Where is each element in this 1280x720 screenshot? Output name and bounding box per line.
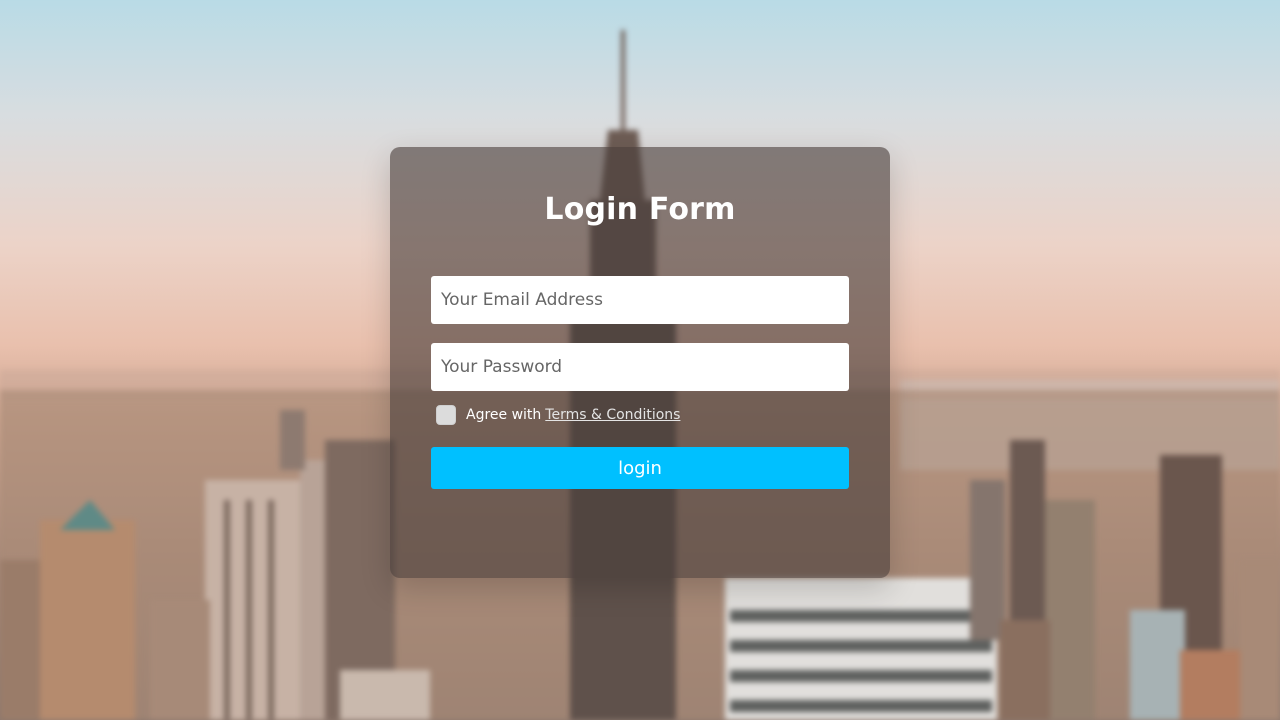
agree-row: Agree with Terms & Conditions	[436, 404, 680, 426]
login-button[interactable]: login	[431, 447, 849, 489]
email-input[interactable]	[431, 276, 849, 324]
terms-link[interactable]: Terms & Conditions	[545, 407, 680, 423]
password-input[interactable]	[431, 343, 849, 391]
agree-label: Agree with	[466, 407, 542, 423]
agree-checkbox[interactable]	[436, 405, 456, 425]
form-title: Login Form	[544, 192, 736, 227]
